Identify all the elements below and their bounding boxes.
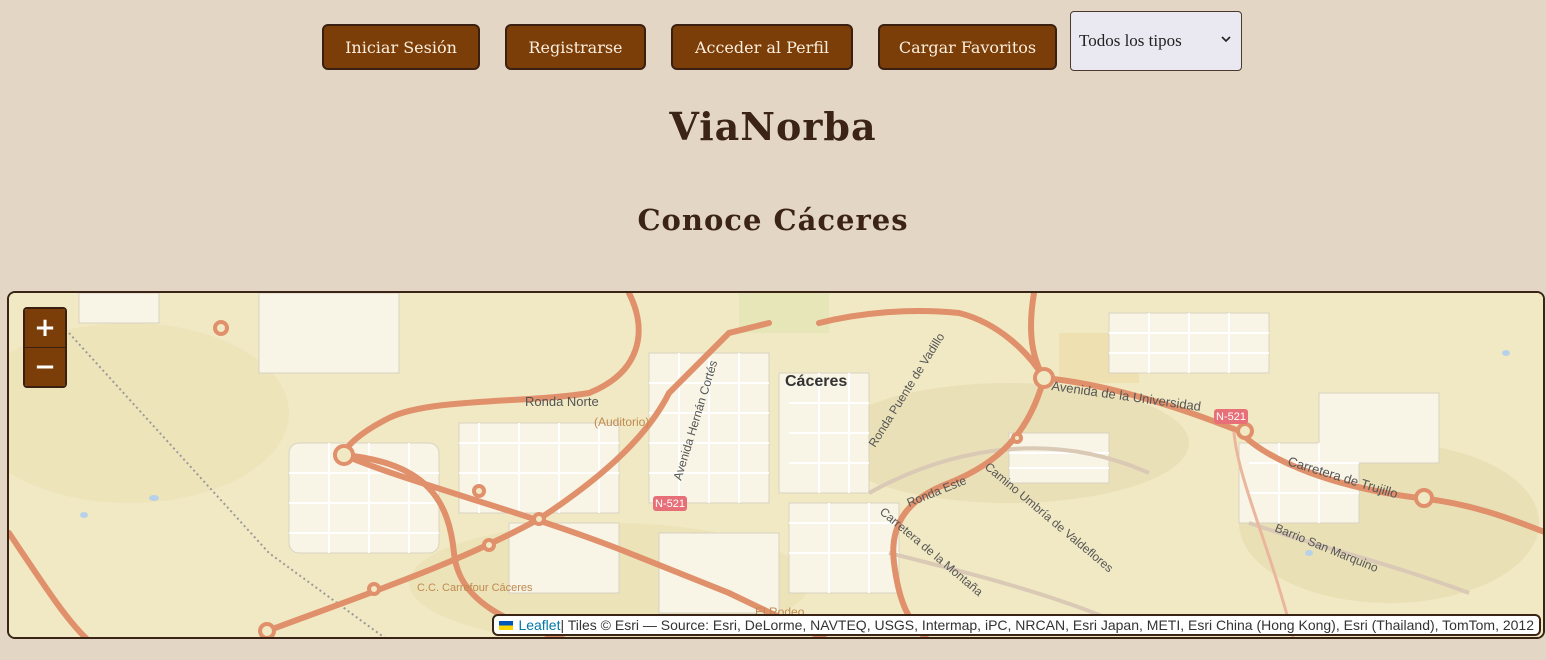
attribution-text: | Tiles © Esri — Source: Esri, DeLorme, … bbox=[560, 617, 1534, 633]
map-attribution: Leaflet | Tiles © Esri — Source: Esri, D… bbox=[492, 614, 1541, 636]
map-container[interactable]: N-521 N-521 Cáceres Ronda Norte (Auditor… bbox=[7, 291, 1545, 639]
map-label-carrefour: C.C. Carrefour Cáceres bbox=[417, 582, 533, 594]
type-filter-value: Todos los tipos bbox=[1079, 31, 1182, 50]
map-label-n521-east: N-521 bbox=[1216, 411, 1246, 423]
zoom-in-button[interactable]: + bbox=[25, 309, 65, 347]
load-favorites-button[interactable]: Cargar Favoritos bbox=[878, 24, 1057, 70]
register-button[interactable]: Registrarse bbox=[505, 24, 646, 70]
type-filter-select[interactable]: Todos los tipos bbox=[1070, 11, 1242, 71]
map-label-auditorio: (Auditorio) bbox=[594, 415, 649, 429]
top-nav: Iniciar Sesión Registrarse Acceder al Pe… bbox=[0, 0, 1546, 80]
profile-button[interactable]: Acceder al Perfil bbox=[671, 24, 853, 70]
login-button[interactable]: Iniciar Sesión bbox=[322, 24, 480, 70]
page-subtitle: Conoce Cáceres bbox=[637, 203, 909, 237]
leaflet-link[interactable]: Leaflet bbox=[518, 617, 560, 633]
map-label-city: Cáceres bbox=[785, 373, 847, 390]
map-label-ronda-norte: Ronda Norte bbox=[525, 394, 599, 409]
ukraine-flag-icon bbox=[499, 620, 514, 630]
zoom-out-button[interactable]: − bbox=[25, 347, 65, 386]
chevron-down-icon bbox=[1221, 36, 1231, 43]
page-title: ViaNorba bbox=[669, 104, 877, 149]
map-label-n521-center: N-521 bbox=[655, 498, 685, 510]
zoom-control: + − bbox=[23, 307, 67, 388]
map-tiles[interactable]: N-521 N-521 Cáceres Ronda Norte (Auditor… bbox=[9, 293, 1545, 639]
